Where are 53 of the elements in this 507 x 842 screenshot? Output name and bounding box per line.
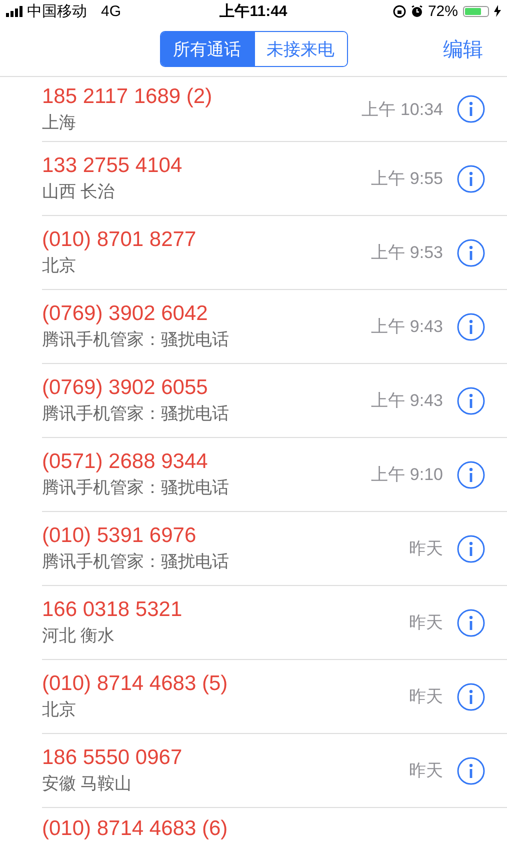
caller-location: 河北 衡水	[42, 625, 116, 647]
phone-number: (010) 5391 6976	[42, 524, 198, 548]
info-icon[interactable]	[457, 534, 485, 562]
info-icon[interactable]	[457, 95, 485, 123]
call-time: 上午 9:43	[371, 316, 443, 338]
info-icon[interactable]	[457, 312, 485, 340]
call-time: 上午 9:10	[371, 464, 443, 486]
caller-location: 腾讯手机管家：骚扰电话	[42, 329, 230, 351]
call-time: 昨天	[409, 760, 443, 782]
network-type: 4G	[101, 2, 122, 20]
caller-location: 腾讯手机管家：骚扰电话	[42, 551, 230, 573]
segment-tab[interactable]: 所有通话	[160, 32, 254, 66]
caller-location: 北京	[42, 699, 77, 721]
caller-location: 腾讯手机管家：骚扰电话	[42, 477, 230, 499]
info-icon[interactable]	[457, 608, 485, 636]
charging-icon	[494, 5, 501, 17]
call-time: 上午 9:43	[371, 390, 443, 412]
call-time: 上午 10:34	[362, 98, 443, 120]
battery-percent: 72%	[428, 2, 458, 20]
signal-icon	[6, 6, 23, 16]
phone-number: (010) 8714 4683 (6)	[42, 817, 229, 841]
call-time: 昨天	[409, 612, 443, 634]
alarm-icon	[410, 4, 423, 18]
caller-location: 腾讯手机管家：骚扰电话	[42, 403, 230, 425]
caller-location: 山西 长治	[42, 181, 116, 203]
info-icon[interactable]	[457, 460, 485, 488]
phone-number: 186 5550 0967	[42, 746, 184, 770]
caller-location: 北京	[42, 255, 77, 277]
battery-icon	[463, 6, 489, 16]
phone-number: (010) 8701 8277	[42, 228, 198, 252]
info-icon[interactable]	[457, 164, 485, 192]
phone-number: 166 0318 5321	[42, 598, 184, 622]
phone-number: (010) 8714 4683 (5)	[42, 672, 229, 696]
phone-number: 185 2117 1689 (2)	[42, 84, 214, 108]
info-icon[interactable]	[457, 238, 485, 266]
call-time: 上午 9:53	[371, 242, 443, 264]
caller-location: 安徽 马鞍山	[42, 773, 133, 795]
rotation-lock-icon	[392, 4, 406, 18]
edit-button[interactable]: 编辑	[443, 32, 483, 66]
phone-number: (0571) 2688 9344	[42, 450, 209, 474]
call-time: 昨天	[409, 686, 443, 708]
call-time: 上午 9:55	[371, 168, 443, 190]
clock: 上午11:44	[220, 2, 288, 20]
carrier-name: 中国移动	[27, 2, 87, 20]
segment-tab[interactable]: 未接来电	[254, 32, 346, 66]
phone-number: 133 2755 4104	[42, 154, 184, 178]
call-time: 昨天	[409, 538, 443, 560]
info-icon[interactable]	[457, 386, 485, 414]
phone-number: (0769) 3902 6055	[42, 376, 209, 400]
info-icon[interactable]	[457, 682, 485, 710]
phone-number: (0769) 3902 6042	[42, 302, 209, 326]
caller-location: 上海	[42, 112, 77, 134]
info-icon[interactable]	[457, 756, 485, 784]
